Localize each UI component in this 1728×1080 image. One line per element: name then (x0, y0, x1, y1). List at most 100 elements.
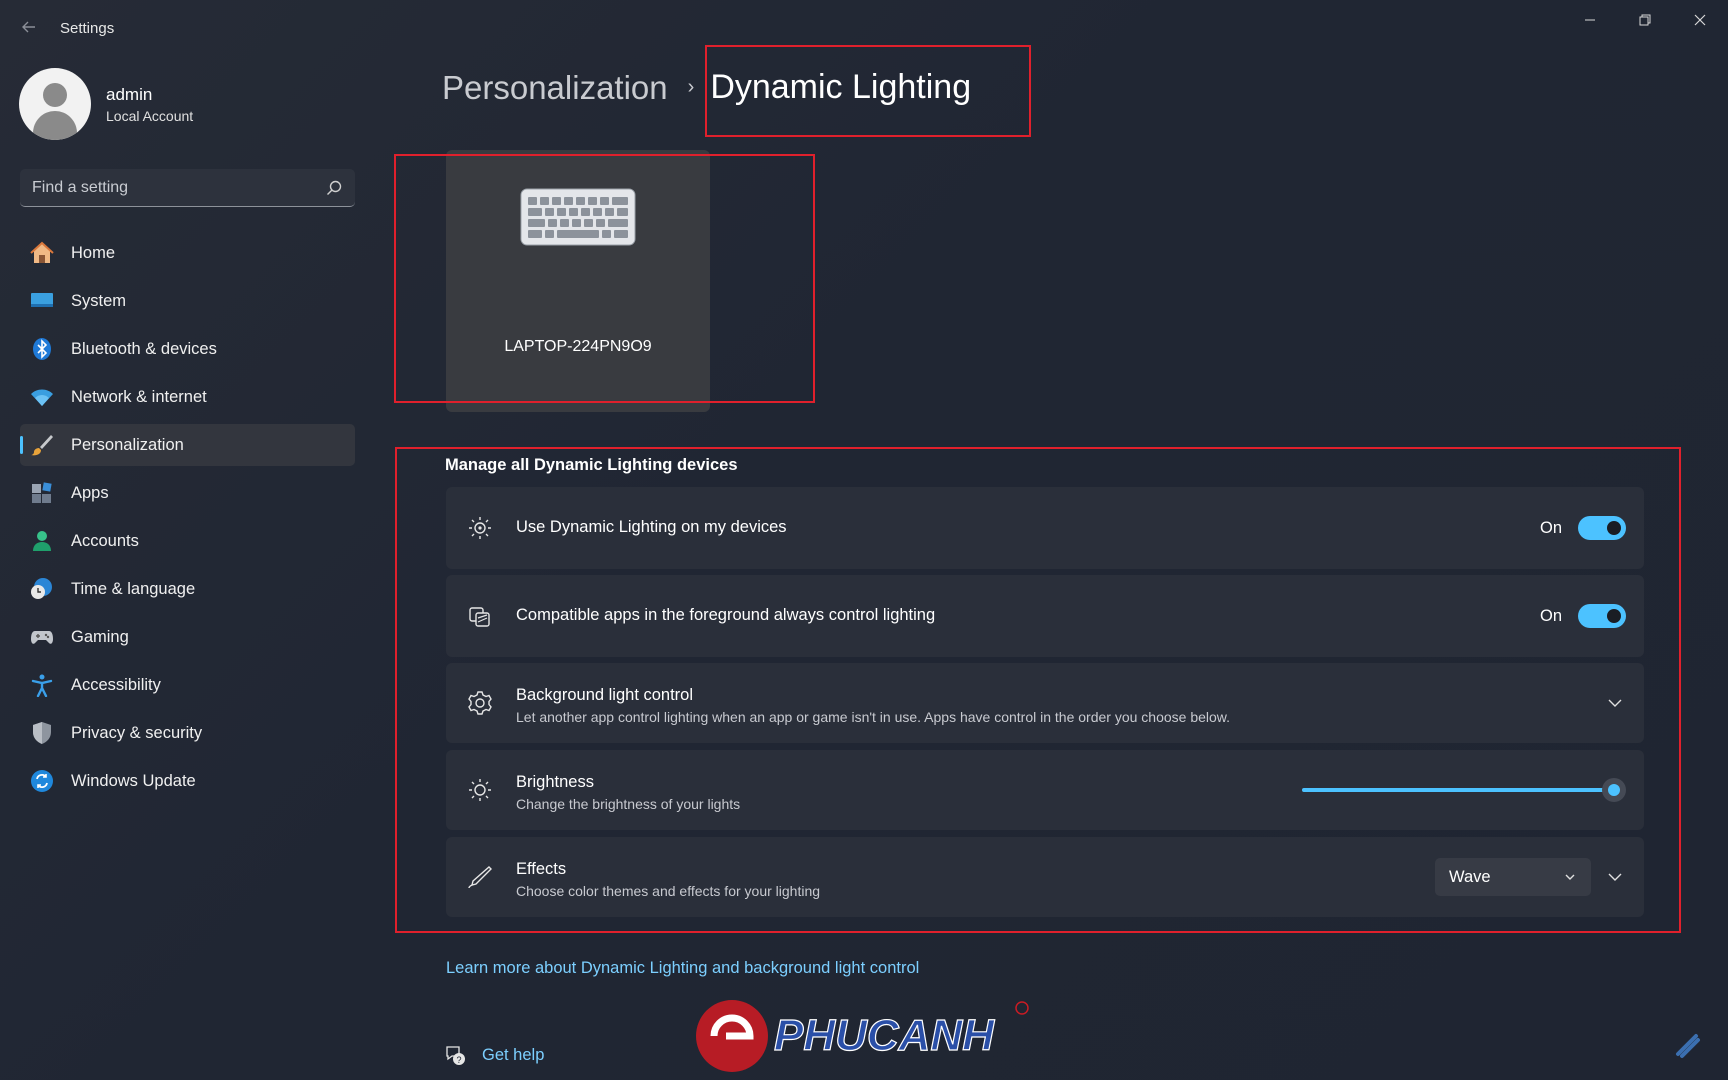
sidebar-item-apps[interactable]: Apps (20, 472, 355, 514)
search-input[interactable] (32, 178, 325, 197)
user-profile[interactable]: admin Local Account (19, 68, 193, 140)
sidebar-item-label: Accessibility (71, 675, 161, 694)
sidebar-item-time-language[interactable]: Time & language (20, 568, 355, 610)
search-icon[interactable] (325, 179, 343, 197)
sidebar-item-label: Windows Update (71, 771, 196, 790)
background-light-control-label: Background light control (516, 686, 694, 704)
close-icon (1694, 14, 1706, 26)
sun-icon (466, 776, 494, 804)
sidebar-nav: Home System Bluetooth & devices Network … (20, 232, 355, 808)
brush-corner-icon (1676, 1034, 1700, 1058)
effects-card: Effects Choose color themes and effects … (446, 837, 1644, 917)
background-light-control-desc: Let another app control lighting when an… (516, 709, 1231, 725)
sidebar-item-personalization[interactable]: Personalization (20, 424, 355, 466)
compatible-apps-label: Compatible apps in the foreground always… (516, 606, 936, 624)
brightness-slider-track (1302, 788, 1614, 792)
help-chat-icon: ? (446, 1046, 465, 1065)
sidebar-item-label: Personalization (71, 435, 184, 454)
brightness-slider[interactable] (1302, 778, 1626, 802)
sidebar-item-label: System (71, 291, 127, 310)
apps-lighting-icon (466, 602, 494, 630)
sidebar-item-accessibility[interactable]: Accessibility (20, 664, 355, 706)
compatible-apps-state: On (1539, 606, 1562, 625)
gamepad-icon (30, 625, 54, 649)
brightness-desc: Change the brightness of your lights (516, 796, 741, 812)
back-button[interactable] (16, 16, 42, 42)
keyboard-icon (520, 188, 636, 246)
monitor-icon (30, 289, 54, 313)
svg-text:PHUCANH: PHUCANH (774, 1011, 995, 1060)
section-title: Manage all Dynamic Lighting devices (445, 456, 738, 474)
pen-icon (466, 863, 494, 891)
shield-icon (30, 721, 54, 745)
effects-dropdown[interactable]: Wave (1435, 858, 1591, 896)
sparkle-light-icon (466, 514, 494, 542)
accessibility-icon (30, 673, 54, 697)
brightness-card: Brightness Change the brightness of your… (446, 750, 1644, 830)
sidebar-item-label: Time & language (71, 579, 196, 598)
sidebar-item-label: Network & internet (71, 387, 207, 406)
title-bar: Settings (0, 0, 1728, 58)
brightness-label: Brightness (516, 773, 594, 791)
device-name: LAPTOP-224PN9O9 (504, 338, 652, 355)
sidebar-item-label: Bluetooth & devices (71, 339, 217, 358)
arrow-left-icon (22, 21, 35, 33)
wifi-icon (30, 385, 54, 409)
use-dynamic-lighting-state: On (1539, 518, 1562, 537)
sidebar-item-privacy[interactable]: Privacy & security (20, 712, 355, 754)
minimize-button[interactable] (1570, 8, 1610, 32)
refresh-icon (30, 769, 54, 793)
effects-selected-value: Wave (1449, 867, 1491, 886)
learn-more-link[interactable]: Learn more about Dynamic Lighting and ba… (446, 959, 919, 978)
sidebar-item-system[interactable]: System (20, 280, 355, 322)
phucanh-logo-watermark: PHUCANH (696, 1000, 1029, 1072)
search-box[interactable] (20, 169, 355, 207)
chevron-down-icon[interactable] (1606, 694, 1624, 712)
sidebar-item-label: Gaming (71, 627, 129, 646)
use-dynamic-lighting-toggle[interactable] (1578, 516, 1626, 540)
page-title: Dynamic Lighting (710, 68, 972, 106)
close-button[interactable] (1680, 8, 1720, 32)
clock-globe-icon (30, 577, 54, 601)
get-help-link[interactable]: ? Get help (444, 1044, 544, 1066)
compatible-apps-card: Compatible apps in the foreground always… (446, 575, 1644, 657)
avatar-body-icon (33, 111, 77, 140)
apps-icon (30, 481, 54, 505)
get-help-label: Get help (482, 1045, 545, 1064)
device-card[interactable]: LAPTOP-224PN9O9 (446, 150, 710, 412)
sidebar-item-home[interactable]: Home (20, 232, 355, 274)
restore-icon (1639, 14, 1651, 26)
brightness-slider-thumb[interactable] (1602, 778, 1626, 802)
sidebar-item-gaming[interactable]: Gaming (20, 616, 355, 658)
paintbrush-icon (30, 433, 54, 457)
use-dynamic-lighting-card: Use Dynamic Lighting on my devices On (446, 487, 1644, 569)
effects-desc: Choose color themes and effects for your… (516, 883, 821, 899)
home-icon (30, 241, 54, 265)
effects-label: Effects (516, 860, 567, 878)
user-name: admin (106, 84, 153, 104)
sidebar-item-label: Apps (71, 483, 109, 502)
avatar (19, 68, 91, 140)
breadcrumb: Personalization › Dynamic Lighting (442, 68, 971, 107)
svg-text:?: ? (456, 1055, 461, 1065)
sidebar-item-windows-update[interactable]: Windows Update (20, 760, 355, 802)
chevron-down-icon[interactable] (1606, 868, 1624, 886)
avatar-head-icon (43, 83, 67, 107)
sidebar-item-accounts[interactable]: Accounts (20, 520, 355, 562)
account-type: Local Account (106, 107, 194, 124)
breadcrumb-separator-icon: › (687, 76, 695, 98)
minimize-icon (1585, 19, 1595, 21)
compatible-apps-toggle[interactable] (1578, 604, 1626, 628)
sidebar-item-label: Privacy & security (71, 723, 203, 742)
restore-button[interactable] (1625, 8, 1665, 32)
sidebar-item-network[interactable]: Network & internet (20, 376, 355, 418)
sidebar-item-label: Accounts (71, 531, 139, 550)
app-title: Settings (60, 20, 115, 37)
gear-icon (466, 689, 494, 717)
background-light-control-card[interactable]: Background light control Let another app… (446, 663, 1644, 743)
breadcrumb-parent-link[interactable]: Personalization (442, 69, 668, 107)
sidebar-item-bluetooth[interactable]: Bluetooth & devices (20, 328, 355, 370)
bluetooth-icon (30, 337, 54, 361)
use-dynamic-lighting-label: Use Dynamic Lighting on my devices (516, 518, 787, 536)
sidebar-item-label: Home (71, 243, 116, 262)
